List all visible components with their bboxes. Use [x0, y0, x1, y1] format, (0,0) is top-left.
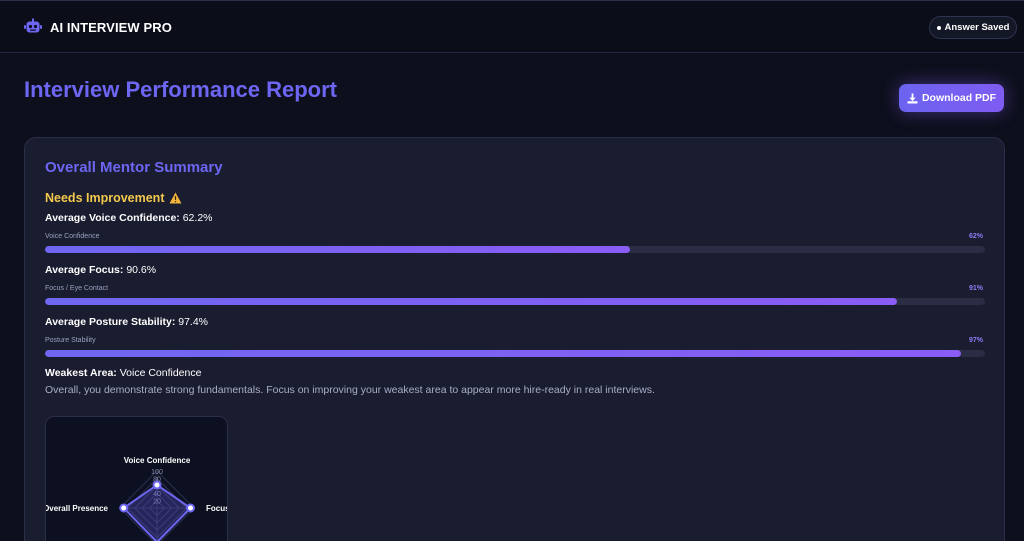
- bar-percent: 97%: [968, 337, 983, 344]
- progress-fill: [45, 246, 630, 253]
- download-label: Download PDF: [921, 92, 997, 104]
- weakest-area: Weakest Area: Voice Confidence: [45, 367, 201, 379]
- bar-label: Posture Stability: [45, 337, 96, 344]
- bar-percent: 91%: [968, 285, 983, 292]
- top-bar: AI INTERVIEW PRO Answer Saved: [0, 0, 1024, 53]
- status-heading: Needs Improvement: [45, 191, 182, 205]
- robot-icon: [24, 18, 42, 33]
- download-pdf-button[interactable]: Download PDF: [899, 84, 1004, 112]
- radar-svg: 10080604020Voice ConfidenceFocusOverall …: [46, 456, 228, 541]
- status-text: Needs Improvement: [45, 191, 165, 205]
- status-dot-icon: [936, 25, 941, 30]
- saved-status-text: Answer Saved: [944, 22, 1010, 33]
- metric-label: Average Posture Stability:: [45, 316, 176, 328]
- bar-percent: 62%: [968, 233, 983, 240]
- metric-value: 90.6%: [126, 264, 157, 276]
- progress-track-posture: [45, 350, 985, 357]
- radar-chart: 10080604020Voice ConfidenceFocusOverall …: [45, 416, 228, 541]
- radar-point: [186, 503, 196, 513]
- metric-posture: Average Posture Stability: 97.4%: [45, 316, 208, 328]
- weakest-value: Voice Confidence: [119, 367, 202, 379]
- metric-label: Average Focus:: [45, 264, 124, 276]
- bar-label: Focus / Eye Contact: [45, 285, 109, 292]
- progress-track-focus: [45, 298, 985, 305]
- download-icon: [907, 92, 918, 104]
- progress-track-voice: [45, 246, 985, 253]
- warning-icon: [169, 192, 182, 204]
- progress-fill: [45, 350, 961, 357]
- metric-value: 62.2%: [182, 212, 213, 224]
- card-title: Overall Mentor Summary: [45, 159, 223, 176]
- progress-fill: [45, 298, 897, 305]
- radar-axis-label: Voice Confidence: [124, 456, 191, 465]
- bar-label: Voice Confidence: [45, 233, 100, 240]
- mentor-summary-card: Overall Mentor Summary Needs Improvement…: [24, 137, 1005, 541]
- metric-voice-confidence: Average Voice Confidence: 62.2%: [45, 212, 213, 224]
- radar-point: [119, 503, 129, 513]
- radar-series-area: [122, 483, 193, 541]
- radar-point: [152, 480, 162, 490]
- weakest-label: Weakest Area:: [45, 367, 117, 379]
- metric-focus: Average Focus: 90.6%: [45, 264, 156, 276]
- radar-axis-label: Overall Presence: [46, 504, 109, 513]
- metric-value: 97.4%: [178, 316, 209, 328]
- radar-axis-label: Focus: [206, 504, 228, 513]
- summary-text: Overall, you demonstrate strong fundamen…: [45, 384, 655, 396]
- metric-label: Average Voice Confidence:: [45, 212, 180, 224]
- brand-name: AI INTERVIEW PRO: [50, 19, 172, 35]
- answer-saved-badge: Answer Saved: [929, 16, 1017, 39]
- page-title: Interview Performance Report: [24, 77, 337, 102]
- radar-tick-label: 100: [151, 469, 163, 476]
- brand[interactable]: AI INTERVIEW PRO: [24, 18, 172, 36]
